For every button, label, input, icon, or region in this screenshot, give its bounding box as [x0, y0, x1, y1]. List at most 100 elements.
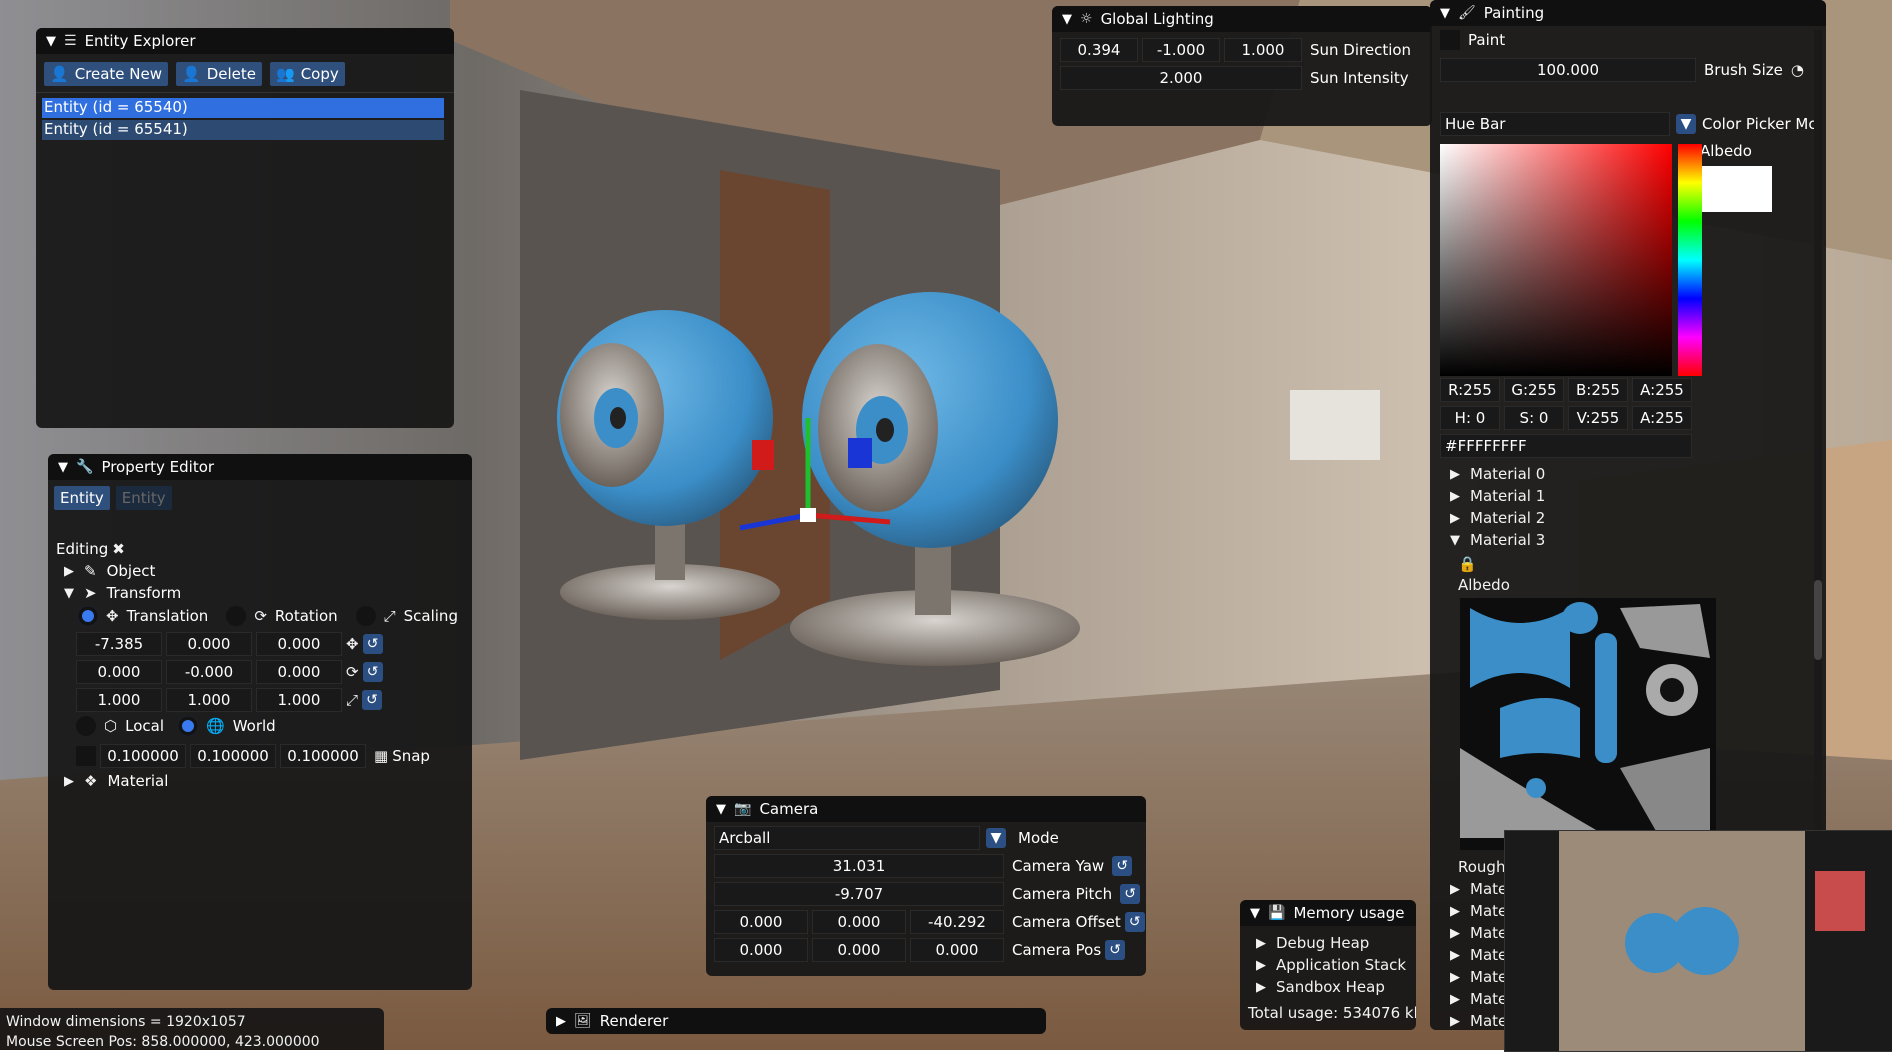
translation-z-field[interactable]: 0.000 [256, 632, 342, 656]
saturation-field[interactable]: S: 0 [1504, 406, 1564, 430]
expand-triangle-icon[interactable]: ▶ [1256, 936, 1266, 951]
camera-offset-y-field[interactable]: 0.000 [812, 910, 906, 934]
material-tree-item[interactable]: ▶ Material 1 [1450, 487, 1545, 505]
snap-x-field[interactable]: 0.100000 [100, 744, 186, 768]
sun-direction-x-field[interactable]: 0.394 [1060, 38, 1138, 62]
picker-mode-dropdown[interactable]: Hue Bar [1440, 112, 1670, 136]
camera-yaw-field[interactable]: 31.031 [714, 854, 1004, 878]
reset-offset-button[interactable]: ↺ [1124, 912, 1145, 932]
collapse-triangle-icon[interactable]: ▼ [1450, 533, 1460, 548]
local-radio[interactable] [76, 716, 96, 736]
close-icon[interactable]: ✖ [112, 540, 125, 558]
collapse-triangle-icon[interactable]: ▼ [64, 586, 74, 601]
scaling-y-field[interactable]: 1.000 [166, 688, 252, 712]
reset-translation-button[interactable]: ↺ [362, 634, 383, 654]
expand-triangle-icon[interactable]: ▶ [1450, 970, 1460, 985]
collapse-triangle-icon[interactable]: ▼ [58, 460, 68, 475]
translation-x-field[interactable]: -7.385 [76, 632, 162, 656]
paint-checkbox[interactable] [1440, 30, 1460, 50]
collapse-triangle-icon[interactable]: ▼ [1440, 6, 1450, 21]
expand-triangle-icon[interactable]: ▶ [1450, 489, 1460, 504]
collapse-triangle-icon[interactable]: ▼ [46, 34, 56, 49]
green-field[interactable]: G:255 [1504, 378, 1564, 402]
expand-triangle-icon[interactable]: ▶ [1450, 948, 1460, 963]
expand-triangle-icon[interactable]: ▶ [1256, 958, 1266, 973]
reset-yaw-button[interactable]: ↺ [1112, 856, 1133, 876]
expand-triangle-icon[interactable]: ▶ [1450, 992, 1460, 1007]
sun-direction-y-field[interactable]: -1.000 [1142, 38, 1220, 62]
scaling-z-field[interactable]: 1.000 [256, 688, 342, 712]
expand-triangle-icon[interactable]: ▶ [1450, 904, 1460, 919]
expand-triangle-icon[interactable]: ▶ [1450, 882, 1460, 897]
delete-button[interactable]: 👤 Delete [176, 62, 262, 86]
material-tree-node[interactable]: Material [107, 772, 168, 790]
expand-triangle-icon[interactable]: ▶ [1256, 980, 1266, 995]
reset-pitch-button[interactable]: ↺ [1120, 884, 1141, 904]
entity-list-item[interactable]: Entity (id = 65540) [42, 98, 444, 118]
value-field[interactable]: V:255 [1568, 406, 1628, 430]
material-tree-item[interactable]: ▶ Material 2 [1450, 509, 1545, 527]
global-lighting-titlebar[interactable]: ▼ ☼ Global Lighting [1052, 6, 1432, 32]
snap-z-field[interactable]: 0.100000 [280, 744, 366, 768]
object-tree-node[interactable]: Object [107, 562, 156, 580]
snap-checkbox[interactable] [76, 746, 96, 766]
expand-triangle-icon[interactable]: ▶ [64, 774, 74, 789]
hue-bar[interactable] [1678, 144, 1702, 376]
snap-y-field[interactable]: 0.100000 [190, 744, 276, 768]
sun-direction-z-field[interactable]: 1.000 [1224, 38, 1302, 62]
hex-field[interactable]: #FFFFFFFF [1440, 434, 1692, 458]
painting-titlebar[interactable]: ▼ 🖌 Painting [1430, 0, 1826, 26]
camera-offset-z-field[interactable]: -40.292 [910, 910, 1004, 934]
lock-icon[interactable]: 🔒 [1458, 555, 1477, 573]
tab-entity[interactable]: Entity [115, 486, 172, 510]
chevron-down-icon[interactable]: ▼ [986, 828, 1006, 848]
rotation-y-field[interactable]: -0.000 [166, 660, 252, 684]
camera-offset-x-field[interactable]: 0.000 [714, 910, 808, 934]
reset-rotation-button[interactable]: ↺ [362, 662, 383, 682]
rotation-x-field[interactable]: 0.000 [76, 660, 162, 684]
collapse-triangle-icon[interactable]: ▼ [1062, 12, 1072, 27]
material-tree-item[interactable]: ▶ Material 0 [1450, 465, 1545, 483]
expand-triangle-icon[interactable]: ▶ [64, 564, 74, 579]
scrollbar-thumb[interactable] [1814, 580, 1822, 660]
translation-y-field[interactable]: 0.000 [166, 632, 252, 656]
expand-triangle-icon[interactable]: ▶ [556, 1014, 566, 1029]
create-new-button[interactable]: 👤 Create New [44, 62, 169, 86]
entity-list-item[interactable]: Entity (id = 65541) [42, 120, 444, 140]
memory-tree-item[interactable]: ▶ Sandbox Heap [1256, 978, 1385, 996]
memory-tree-item[interactable]: ▶ Application Stack [1256, 956, 1406, 974]
tab-entity-active[interactable]: Entity [54, 486, 110, 510]
renderer-titlebar[interactable]: ▶ 🖼 Renderer [546, 1008, 1046, 1034]
property-editor-titlebar[interactable]: ▼ 🔧 Property Editor [48, 454, 472, 480]
red-field[interactable]: R:255 [1440, 378, 1500, 402]
expand-triangle-icon[interactable]: ▶ [1450, 511, 1460, 526]
rotation-z-field[interactable]: 0.000 [256, 660, 342, 684]
scaling-radio[interactable] [355, 606, 376, 626]
memory-usage-titlebar[interactable]: ▼ 💾 Memory usage [1240, 900, 1416, 926]
expand-triangle-icon[interactable]: ▶ [1450, 926, 1460, 941]
chevron-down-icon[interactable]: ▼ [1676, 114, 1696, 134]
albedo-color-swatch[interactable] [1700, 166, 1772, 212]
camera-pos-z-field[interactable]: 0.000 [910, 938, 1004, 962]
translation-radio[interactable] [78, 606, 98, 626]
camera-pos-y-field[interactable]: 0.000 [812, 938, 906, 962]
sun-intensity-slider[interactable]: 2.000 [1060, 66, 1302, 90]
camera-mode-dropdown[interactable]: Arcball [714, 826, 980, 850]
expand-triangle-icon[interactable]: ▶ [1450, 1014, 1460, 1029]
camera-pos-x-field[interactable]: 0.000 [714, 938, 808, 962]
memory-tree-item[interactable]: ▶ Debug Heap [1256, 934, 1369, 952]
reset-scaling-button[interactable]: ↺ [362, 690, 383, 710]
world-radio[interactable] [178, 716, 198, 736]
collapse-triangle-icon[interactable]: ▼ [716, 802, 726, 817]
copy-button[interactable]: 👥 Copy [270, 62, 345, 86]
blue-field[interactable]: B:255 [1568, 378, 1628, 402]
rotation-radio[interactable] [226, 606, 247, 626]
camera-titlebar[interactable]: ▼ 📷 Camera [706, 796, 1146, 822]
hue-field[interactable]: H: 0 [1440, 406, 1500, 430]
entity-explorer-titlebar[interactable]: ▼ ☰ Entity Explorer [36, 28, 454, 54]
brush-size-slider[interactable]: 100.000 [1440, 58, 1696, 82]
collapse-triangle-icon[interactable]: ▼ [1250, 906, 1260, 921]
albedo-texture-preview[interactable] [1460, 598, 1716, 850]
alpha-field[interactable]: A:255 [1632, 378, 1692, 402]
reset-pos-button[interactable]: ↺ [1105, 940, 1126, 960]
